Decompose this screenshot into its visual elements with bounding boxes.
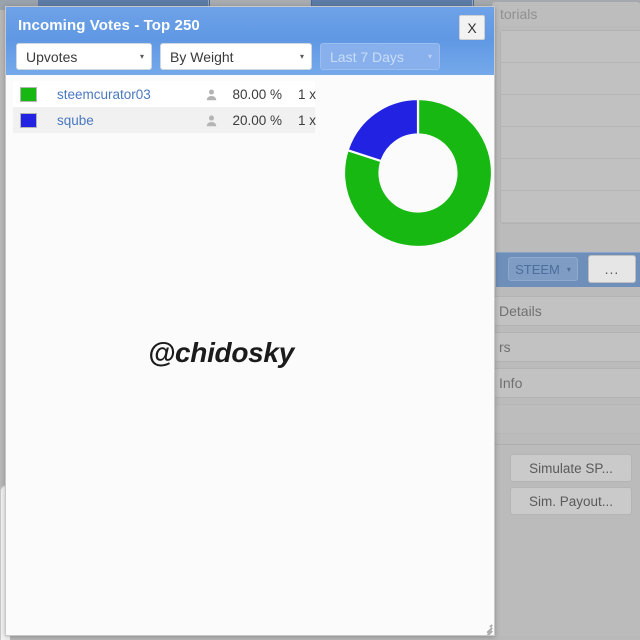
watermark: @chidosky [148, 337, 294, 368]
vote-type-value: Upvotes [26, 48, 78, 65]
person-icon [202, 88, 220, 101]
votes-donut-chart [336, 97, 494, 249]
resize-handle[interactable] [479, 620, 493, 635]
divider [488, 444, 640, 445]
dialog-titlebar[interactable]: Incoming Votes - Top 250 X Upvotes ▾ By … [6, 7, 494, 75]
list-item[interactable] [501, 95, 640, 127]
sort-mode-value: By Weight [170, 48, 234, 65]
simulate-payout-button[interactable]: Sim. Payout... [510, 487, 632, 515]
screen: torials STEEM ▾ ... Details rs Info Simu… [0, 0, 640, 640]
chevron-down-icon: ▾ [566, 264, 571, 274]
account-name[interactable]: sqube [57, 113, 202, 128]
close-button[interactable]: X [459, 15, 485, 40]
vote-count: 1 x [297, 112, 316, 128]
date-range-select[interactable]: Last 7 Days ▾ [320, 43, 440, 70]
account-info-button[interactable]: Info [488, 368, 640, 398]
dialog-title: Incoming Votes - Top 250 [18, 17, 200, 34]
list-item[interactable] [501, 159, 640, 191]
simulate-sp-button[interactable]: Simulate SP... [510, 454, 632, 482]
vote-count: 1 x [297, 86, 316, 102]
account-name[interactable]: steemcurator03 [57, 87, 202, 102]
chevron-down-icon: ▾ [139, 51, 144, 61]
donut-slice[interactable] [346, 97, 420, 163]
steem-currency-select[interactable]: STEEM ▾ [508, 257, 578, 281]
table-row[interactable]: sqube 20.00 % 1 x [13, 107, 316, 133]
tutorials-button[interactable]: torials [492, 2, 640, 26]
steem-select-label: STEEM [515, 261, 560, 277]
chevron-down-icon: ▾ [427, 51, 432, 61]
account-details-button[interactable]: Details [488, 296, 640, 326]
date-range-value: Last 7 Days [330, 48, 404, 65]
vote-percent: 80.00 % [232, 86, 282, 102]
more-options-button[interactable]: ... [588, 255, 636, 283]
vote-percent: 20.00 % [232, 112, 282, 128]
background-list-panel [500, 30, 640, 224]
person-icon [202, 114, 220, 127]
sort-mode-select[interactable]: By Weight ▾ [160, 43, 312, 70]
list-item[interactable] [501, 63, 640, 95]
votes-list: steemcurator03 80.00 % 1 x sqube 20.00 %… [13, 81, 316, 133]
incoming-votes-dialog: Incoming Votes - Top 250 X Upvotes ▾ By … [5, 6, 495, 636]
followers-button[interactable]: rs [488, 332, 640, 362]
dialog-filters: Upvotes ▾ By Weight ▾ Last 7 Days ▾ [16, 43, 440, 70]
series-color-swatch [20, 86, 37, 102]
vote-type-select[interactable]: Upvotes ▾ [16, 43, 152, 70]
extra-button[interactable] [488, 404, 640, 434]
chevron-down-icon: ▾ [299, 51, 304, 61]
series-color-swatch [20, 112, 37, 128]
list-item[interactable] [501, 191, 640, 223]
table-row[interactable]: steemcurator03 80.00 % 1 x [13, 81, 316, 107]
list-item[interactable] [501, 31, 640, 63]
list-item[interactable] [501, 127, 640, 159]
